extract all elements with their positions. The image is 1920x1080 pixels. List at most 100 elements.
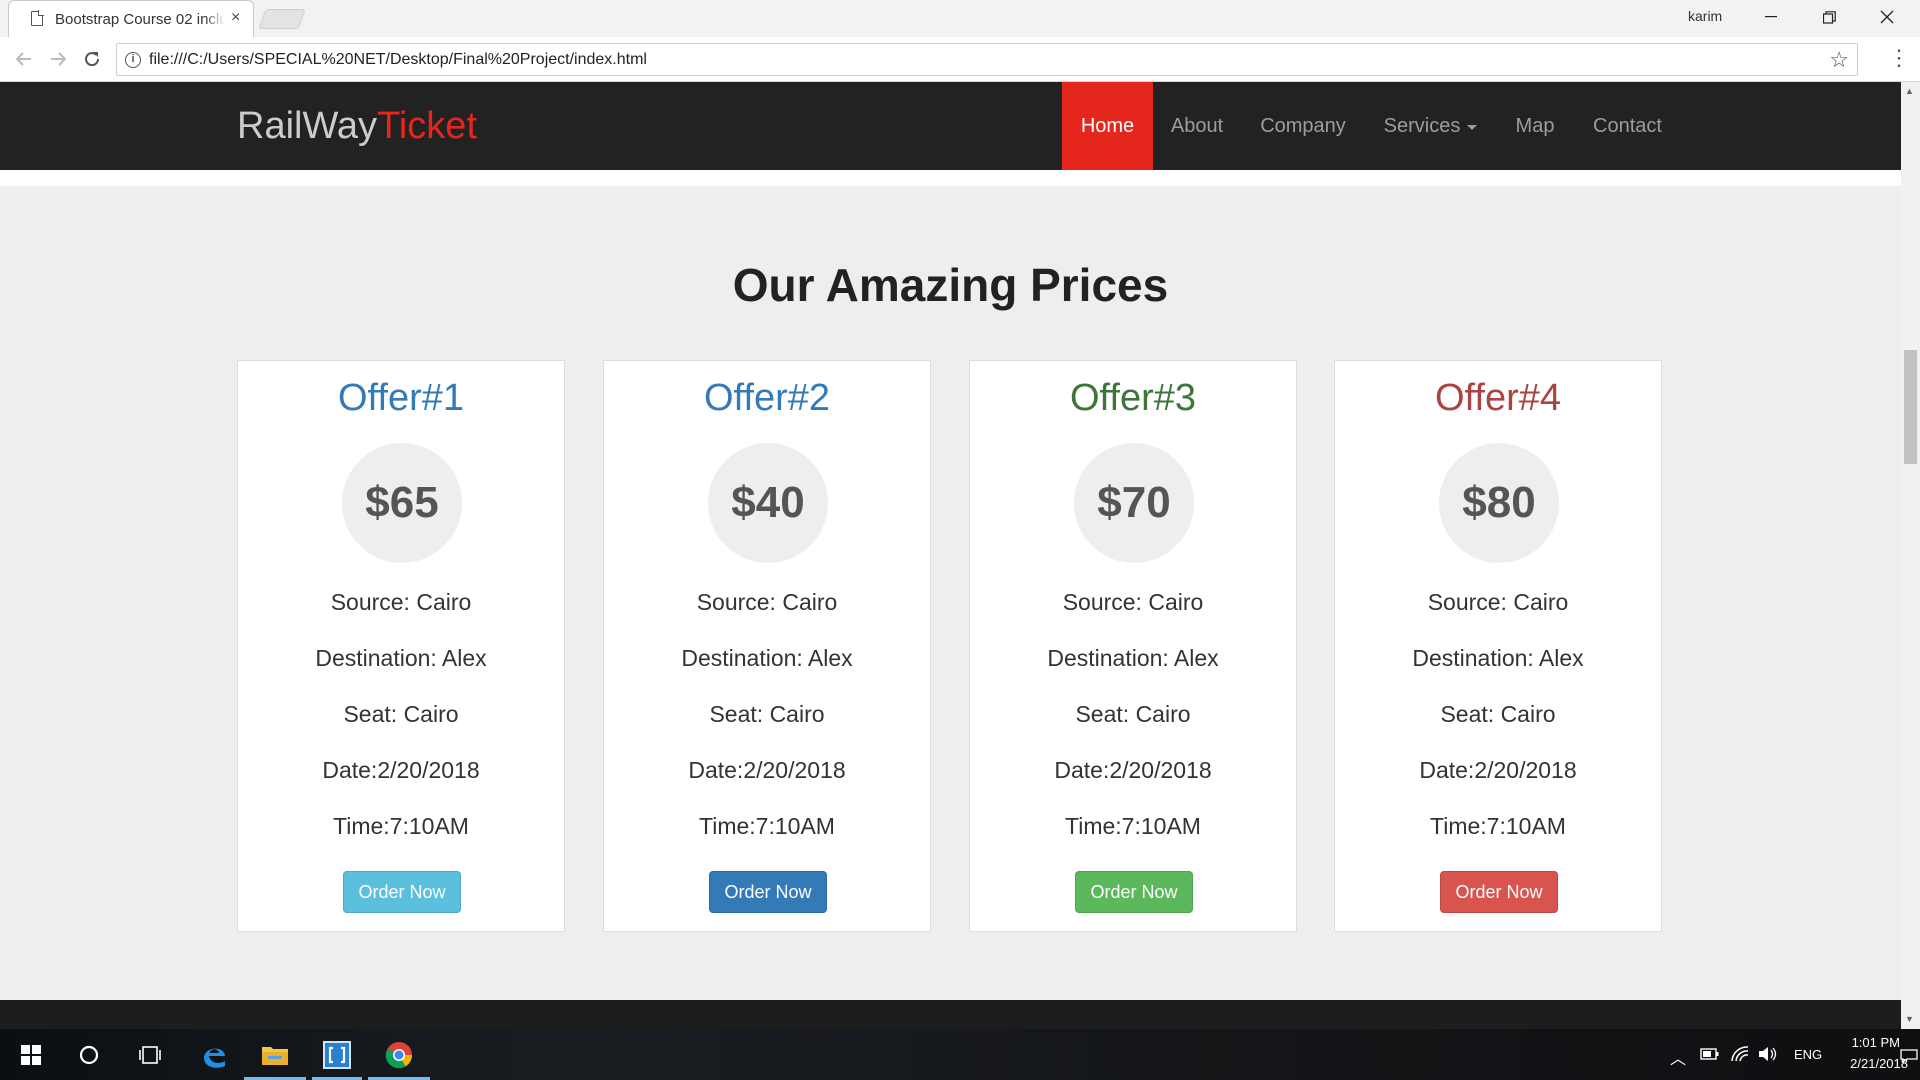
price-badge: $65 [342,443,462,563]
nav-home[interactable]: Home [1062,82,1153,170]
offer-title: Offer#4 [1434,377,1562,419]
notifications-icon[interactable] [1900,1049,1918,1063]
tab-close-icon[interactable]: × [231,9,240,27]
offer-title: Offer#1 [337,377,465,419]
order-now-button[interactable]: Order Now [709,871,827,913]
wifi-icon[interactable] [1730,1045,1750,1063]
scrollbar-thumb[interactable] [1904,350,1917,464]
offer-date: Date:2/20/2018 [322,757,480,783]
reload-icon [85,52,100,67]
nav-about[interactable]: About [1153,82,1241,170]
offer-seat: Seat: Cairo [343,701,459,727]
forward-button[interactable] [44,45,72,73]
brand-main: RailWay [237,105,378,147]
offer-source: Source: Cairo [330,589,472,615]
cortana-circle-icon [79,1045,99,1064]
app-bracket-icon [323,1040,351,1069]
minimize-icon [1765,16,1777,18]
offer-title: Offer#2 [703,377,831,419]
minimize-button[interactable] [1742,0,1800,34]
offer-destination: Destination: Alex [681,645,853,671]
offer-destination: Destination: Alex [1412,645,1584,671]
browser-tab[interactable]: Bootstrap Course 02 including × [8,0,254,37]
nav-services[interactable]: Services [1365,82,1496,170]
caret-down-icon [1467,125,1478,130]
next-section-edge [0,1000,1901,1029]
windows-logo-icon [21,1044,41,1065]
close-window-button[interactable] [1858,0,1916,34]
page-viewport: RailWayTicket Home About Company Service… [0,82,1901,1029]
offer-destination: Destination: Alex [1047,645,1219,671]
offer-source: Source: Cairo [1427,589,1569,615]
offer-seat: Seat: Cairo [1440,701,1556,727]
cortana-button[interactable] [58,1029,120,1080]
task-view-icon [139,1045,161,1064]
bookmark-star-icon[interactable]: ☆ [1829,47,1849,73]
info-icon[interactable]: i [125,52,141,68]
taskbar-chrome[interactable] [368,1029,430,1080]
reload-button[interactable] [78,45,106,73]
taskbar-app[interactable] [306,1029,368,1080]
close-icon [1880,10,1894,24]
url-text[interactable]: file:///C:/Users/SPECIAL%20NET/Desktop/F… [149,51,647,69]
price-badge: $40 [708,443,828,563]
folder-icon [262,1046,288,1065]
offer-seat: Seat: Cairo [1075,701,1191,727]
page-scrollbar[interactable]: ▲ ▼ [1901,82,1920,1029]
clock-time[interactable]: 1:01 PM [1840,1035,1900,1050]
volume-icon[interactable] [1758,1046,1778,1062]
browser-title-bar: Bootstrap Course 02 including × karim [0,0,1920,37]
offer-date: Date:2/20/2018 [688,757,846,783]
taskbar-edge[interactable] [183,1029,245,1080]
browser-menu-icon[interactable]: ⋮ [1888,45,1910,71]
offer-date: Date:2/20/2018 [1054,757,1212,783]
show-hidden-icons[interactable]: ︿ [1670,1045,1686,1069]
offer-card: Offer#2 $40 Source: Cairo Destination: A… [603,360,931,932]
restore-button[interactable] [1800,0,1858,34]
price-badge: $80 [1439,443,1559,563]
browser-toolbar: i file:///C:/Users/SPECIAL%20NET/Desktop… [0,37,1920,82]
offer-source: Source: Cairo [696,589,838,615]
order-now-button[interactable]: Order Now [1440,871,1558,913]
offer-time: Time:7:10AM [699,813,835,839]
offer-title: Offer#3 [1069,377,1197,419]
taskbar-file-explorer[interactable] [244,1029,306,1080]
offer-card: Offer#1 $65 Source: Cairo Destination: A… [237,360,565,932]
price-badge: $70 [1074,443,1194,563]
forward-arrow-icon [51,52,66,66]
brand-accent: Ticket [377,105,477,147]
scroll-up-icon[interactable]: ▲ [1905,86,1914,96]
back-arrow-icon [16,52,31,66]
profile-name[interactable]: karim [1688,8,1722,24]
brand-logo[interactable]: RailWayTicket [237,105,477,148]
task-view-button[interactable] [119,1029,181,1080]
prices-section-title: Our Amazing Prices [732,259,1169,311]
offer-card: Offer#3 $70 Source: Cairo Destination: A… [969,360,1297,932]
clock-date[interactable]: 2/21/2018 [1830,1056,1908,1071]
nav-services-label: Services [1383,114,1461,137]
nav-company[interactable]: Company [1241,82,1365,170]
scroll-down-icon[interactable]: ▼ [1905,1014,1914,1024]
offer-destination: Destination: Alex [315,645,487,671]
new-tab-button[interactable] [258,9,306,29]
battery-icon[interactable] [1700,1047,1720,1061]
chrome-icon [385,1041,413,1068]
order-now-button[interactable]: Order Now [1075,871,1193,913]
site-navbar: RailWayTicket Home About Company Service… [0,82,1901,170]
windows-taskbar: ︿ ENG 1:01 PM 2/21/2018 [0,1029,1920,1080]
page-icon [31,10,44,26]
offer-source: Source: Cairo [1062,589,1204,615]
restore-icon [1822,10,1836,24]
order-now-button[interactable]: Order Now [343,871,461,913]
language-indicator[interactable]: ENG [1794,1047,1822,1062]
edge-browser-icon [204,1048,225,1068]
start-button[interactable] [0,1029,62,1080]
offer-time: Time:7:10AM [1430,813,1566,839]
offer-time: Time:7:10AM [333,813,469,839]
address-bar[interactable]: i file:///C:/Users/SPECIAL%20NET/Desktop… [116,43,1858,76]
offer-date: Date:2/20/2018 [1419,757,1577,783]
nav-map[interactable]: Map [1496,82,1574,170]
section-divider [0,170,1901,186]
back-button[interactable] [10,45,38,73]
nav-contact[interactable]: Contact [1574,82,1681,170]
